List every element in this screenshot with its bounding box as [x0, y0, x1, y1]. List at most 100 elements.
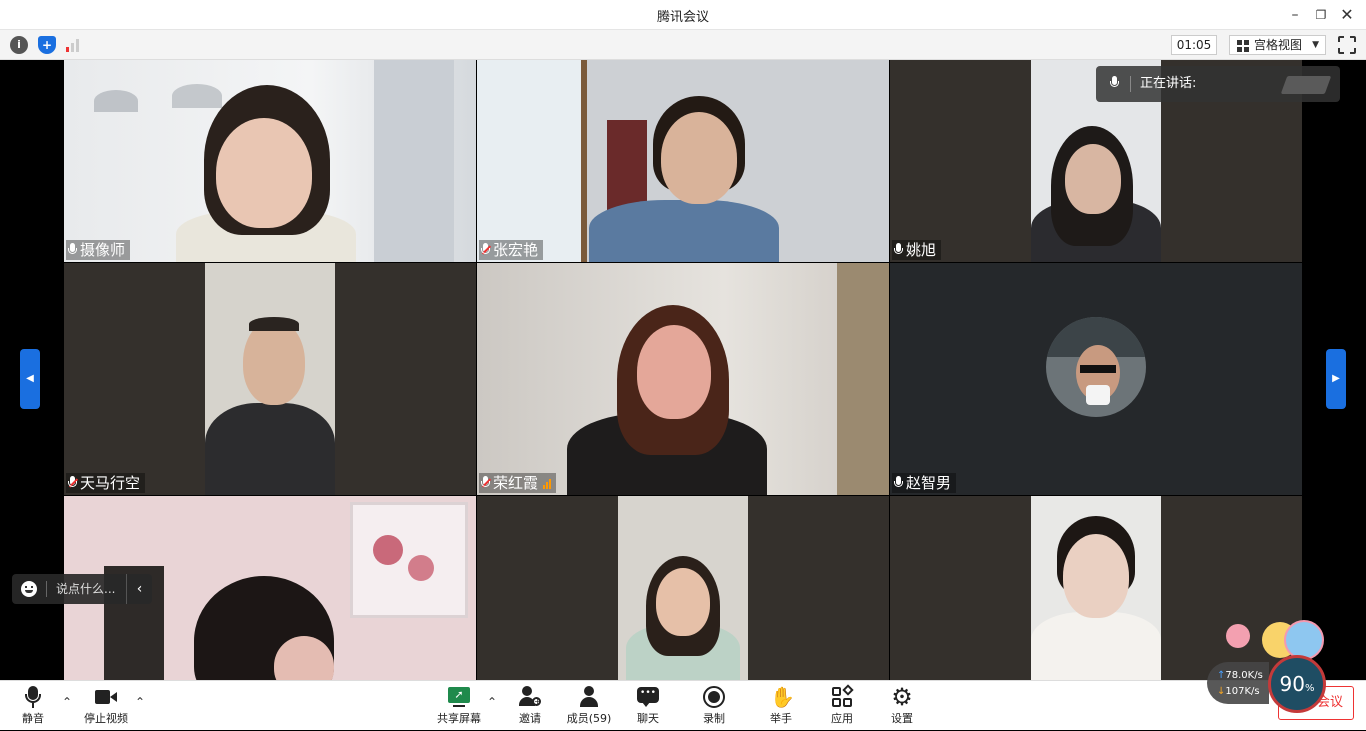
lamp [172, 84, 222, 108]
microphone-icon [68, 243, 77, 257]
participant-name-tag: 张宏艳 [479, 240, 544, 260]
grid-icon [1237, 40, 1249, 52]
raise-hand-button[interactable]: ✋ 举手 [763, 681, 799, 731]
participant-video [618, 496, 748, 680]
participant-name: 赵智男 [906, 474, 952, 492]
speaker-avatar [1280, 76, 1332, 94]
person-body [589, 200, 779, 262]
microphone-icon [894, 243, 903, 257]
microphone-muted-icon [68, 476, 79, 490]
participant-name: 天马行空 [80, 474, 141, 492]
upload-unit: K/s [1247, 670, 1263, 681]
video-tile[interactable]: 摄像师 [64, 60, 476, 262]
video-tile[interactable] [890, 496, 1302, 680]
control-bar: 静音 ⌃ 停止视频 ⌃ ➚ 共享屏幕 ⌃ + 邀请 成员(59) ••• 聊天 … [0, 680, 1366, 730]
decoration-bubble [1284, 620, 1324, 660]
record-icon [703, 686, 725, 708]
microphone-icon [894, 476, 903, 490]
members-button[interactable]: 成员(59) [564, 681, 614, 731]
view-mode-button[interactable]: 宫格视图 ▼ [1229, 35, 1326, 55]
apps-label: 应用 [831, 712, 853, 725]
view-mode-label: 宫格视图 [1254, 38, 1303, 52]
chat-placeholder: 说点什么... [56, 582, 116, 596]
chat-bubble-icon: ••• [637, 686, 659, 708]
fullscreen-icon[interactable] [1337, 35, 1357, 55]
speaking-label: 正在讲话: [1140, 76, 1197, 91]
title-bar: 腾讯会议 – ❐ ✕ [0, 0, 1366, 30]
video-tile[interactable]: 荣红霞 [477, 263, 889, 495]
person-face [637, 325, 711, 419]
participant-name: 荣红霞 [493, 474, 539, 492]
video-grid: 摄像师 张宏艳 姚旭 天马行空 荣红霞 赵智男 正在讲话: ◀ ▶ 说点什么..… [0, 60, 1366, 680]
video-tile[interactable]: 张宏艳 [477, 60, 889, 262]
next-page-button[interactable]: ▶ [1326, 349, 1346, 409]
info-icon[interactable]: i [10, 36, 28, 54]
members-label: 成员(59) [566, 712, 612, 725]
share-screen-icon: ➚ [448, 686, 470, 708]
divider [1130, 76, 1131, 92]
meeting-toolbar: i + [0, 30, 1366, 60]
participant-name-tag: 摄像师 [66, 240, 131, 260]
participant-name: 摄像师 [80, 241, 126, 259]
person-face [243, 319, 305, 405]
stop-video-label: 停止视频 [84, 712, 128, 725]
participant-name-tag: 荣红霞 [479, 473, 557, 493]
record-button[interactable]: 录制 [696, 681, 732, 731]
emoji-icon[interactable] [21, 581, 37, 597]
network-status[interactable]: ↑78.0K/s ↓107K/s [1207, 662, 1269, 704]
video-tile[interactable] [477, 496, 889, 680]
wall-painting [350, 502, 468, 618]
person-face [216, 118, 312, 228]
participant-video [205, 263, 335, 495]
quality-gauge[interactable]: 90% [1268, 655, 1326, 713]
minimize-icon[interactable]: – [1284, 4, 1306, 26]
person-face [661, 112, 737, 204]
window-title: 腾讯会议 [656, 10, 709, 25]
share-options-chevron-up-icon[interactable]: ⌃ [487, 695, 497, 709]
person-face [1065, 144, 1121, 214]
participant-video [1031, 496, 1161, 680]
lamp [94, 90, 138, 112]
microphone-icon [22, 686, 44, 708]
bookshelf [837, 263, 889, 495]
security-shield-icon[interactable]: + [38, 36, 56, 54]
person-face [656, 568, 710, 636]
quality-percent: 90 [1279, 672, 1305, 696]
stop-video-button[interactable]: 停止视频 [80, 681, 132, 731]
invite-label: 邀请 [519, 712, 541, 725]
close-icon[interactable]: ✕ [1336, 4, 1358, 26]
apps-button[interactable]: 应用 [824, 681, 860, 731]
participant-name-tag: 天马行空 [66, 473, 146, 493]
person-body [205, 403, 335, 495]
person-body [1031, 612, 1161, 680]
chat-label: 聊天 [637, 712, 659, 725]
share-screen-label: 共享屏幕 [437, 712, 481, 725]
record-label: 录制 [703, 712, 725, 725]
participant-name: 张宏艳 [493, 241, 539, 259]
chevron-left-icon[interactable]: ‹ [126, 574, 152, 604]
divider [46, 581, 47, 597]
audio-level-icon [543, 477, 552, 489]
microphone-icon [1110, 76, 1119, 90]
mute-button[interactable]: 静音 [14, 681, 52, 731]
signal-icon[interactable] [66, 36, 82, 54]
window [477, 60, 587, 262]
settings-button[interactable]: ⚙ 设置 [884, 681, 920, 731]
restore-icon[interactable]: ❐ [1310, 4, 1332, 26]
video-tile[interactable]: 天马行空 [64, 263, 476, 495]
invite-button[interactable]: + 邀请 [512, 681, 548, 731]
settings-label: 设置 [891, 712, 913, 725]
quick-chat-input[interactable]: 说点什么... ‹ [12, 574, 152, 604]
mute-options-chevron-up-icon[interactable]: ⌃ [62, 695, 72, 709]
chat-button[interactable]: ••• 聊天 [630, 681, 666, 731]
participant-name-tag: 姚旭 [892, 240, 942, 260]
raise-hand-label: 举手 [770, 712, 792, 725]
raise-hand-icon: ✋ [770, 685, 795, 709]
previous-page-button[interactable]: ◀ [20, 349, 40, 409]
download-unit: K/s [1244, 686, 1260, 697]
upload-speed: 78.0 [1225, 670, 1248, 681]
percent-sign: % [1304, 683, 1315, 694]
video-tile[interactable]: 赵智男 [890, 263, 1302, 495]
video-options-chevron-up-icon[interactable]: ⌃ [135, 695, 145, 709]
share-screen-button[interactable]: ➚ 共享屏幕 [434, 681, 484, 731]
